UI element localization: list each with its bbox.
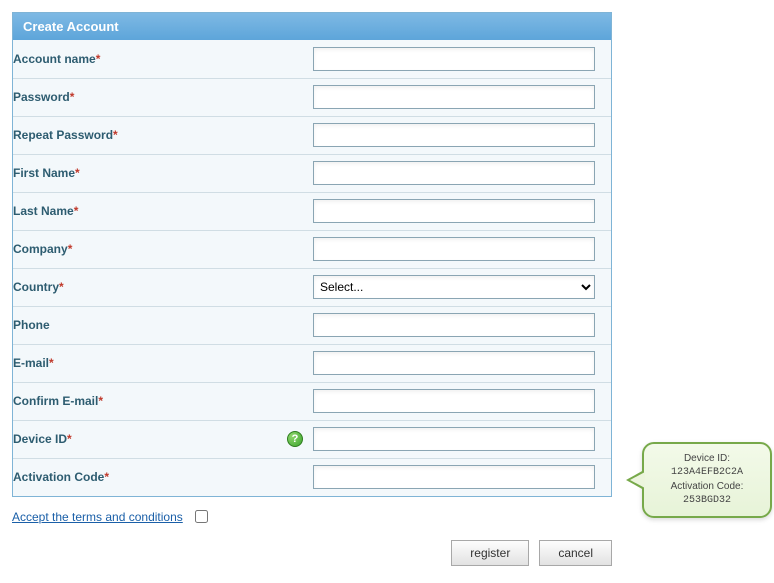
label-email: E-mail* xyxy=(13,344,313,382)
label-activation-code: Activation Code* xyxy=(13,458,313,496)
label-company: Company* xyxy=(13,230,313,268)
tooltip-line: 253BGD32 xyxy=(650,494,764,508)
required-marker: * xyxy=(75,166,80,180)
phone-input[interactable] xyxy=(313,313,595,337)
repeat-password-input[interactable] xyxy=(313,123,595,147)
label-text: E-mail xyxy=(13,356,49,370)
label-text: Confirm E-mail xyxy=(13,394,98,408)
form-table: Account name* Password* Repeat Password*… xyxy=(13,40,611,496)
label-text: Company xyxy=(13,242,68,256)
required-marker: * xyxy=(59,280,64,294)
required-marker: * xyxy=(98,394,103,408)
label-account-name: Account name* xyxy=(13,40,313,78)
label-text: Account name xyxy=(13,52,96,66)
company-input[interactable] xyxy=(313,237,595,261)
required-marker: * xyxy=(67,432,72,446)
label-text: Password xyxy=(13,90,70,104)
label-text: First Name xyxy=(13,166,75,180)
label-country: Country* xyxy=(13,268,313,306)
register-button[interactable]: register xyxy=(451,540,529,566)
label-first-name: First Name* xyxy=(13,154,313,192)
terms-link[interactable]: Accept the terms and conditions xyxy=(12,510,183,524)
tooltip-line: 123A4EFB2C2A xyxy=(650,466,764,480)
required-marker: * xyxy=(96,52,101,66)
label-device-id: Device ID* ? xyxy=(13,420,313,458)
label-password: Password* xyxy=(13,78,313,116)
tooltip-line: Device ID: xyxy=(650,452,764,466)
label-phone: Phone xyxy=(13,306,313,344)
confirm-email-input[interactable] xyxy=(313,389,595,413)
panel-title: Create Account xyxy=(13,13,611,40)
help-icon[interactable]: ? xyxy=(287,431,303,447)
label-text: Country xyxy=(13,280,59,294)
label-text: Phone xyxy=(13,318,50,332)
tooltip-line: Activation Code: xyxy=(650,480,764,494)
label-repeat-password: Repeat Password* xyxy=(13,116,313,154)
first-name-input[interactable] xyxy=(313,161,595,185)
label-text: Repeat Password xyxy=(13,128,113,142)
required-marker: * xyxy=(113,128,118,142)
required-marker: * xyxy=(49,356,54,370)
label-confirm-email: Confirm E-mail* xyxy=(13,382,313,420)
activation-code-input[interactable] xyxy=(313,465,595,489)
device-id-tooltip: Device ID: 123A4EFB2C2A Activation Code:… xyxy=(642,442,772,518)
label-text: Device ID xyxy=(13,432,67,446)
password-input[interactable] xyxy=(313,85,595,109)
account-name-input[interactable] xyxy=(313,47,595,71)
required-marker: * xyxy=(70,90,75,104)
label-last-name: Last Name* xyxy=(13,192,313,230)
terms-checkbox[interactable] xyxy=(195,510,208,523)
required-marker: * xyxy=(104,470,109,484)
create-account-panel: Create Account Account name* Password* R… xyxy=(12,12,612,497)
device-id-input[interactable] xyxy=(313,427,595,451)
country-select[interactable]: Select... xyxy=(313,275,595,299)
cancel-button[interactable]: cancel xyxy=(539,540,612,566)
label-text: Last Name xyxy=(13,204,74,218)
last-name-input[interactable] xyxy=(313,199,595,223)
label-text: Activation Code xyxy=(13,470,104,484)
required-marker: * xyxy=(74,204,79,218)
required-marker: * xyxy=(68,242,73,256)
email-input[interactable] xyxy=(313,351,595,375)
